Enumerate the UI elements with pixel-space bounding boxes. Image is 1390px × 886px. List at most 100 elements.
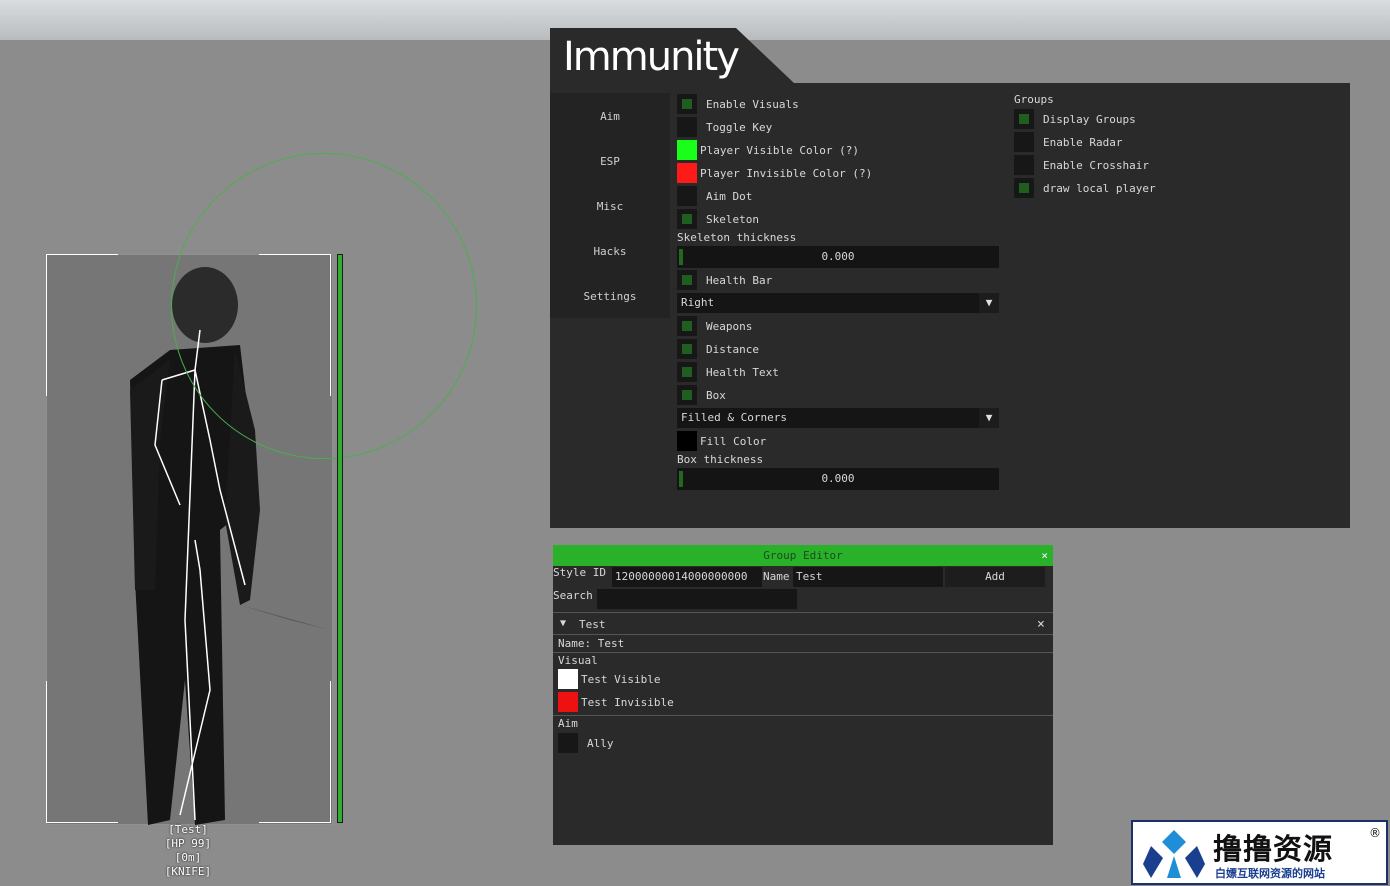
player-invisible-color-row[interactable]: Player Invisible Color (?): [677, 163, 872, 183]
box-row[interactable]: Box: [677, 385, 726, 405]
player-invisible-color-swatch[interactable]: [677, 163, 697, 183]
enable-crosshair-checkbox[interactable]: [1014, 155, 1034, 175]
fov-circle: [171, 153, 477, 459]
groups-header: Groups: [1014, 93, 1054, 106]
ally-label: Ally: [587, 736, 614, 750]
group-header[interactable]: Test: [579, 618, 606, 631]
enable-visuals-checkbox[interactable]: [677, 94, 697, 114]
divider: [553, 612, 1053, 613]
tab-hacks[interactable]: Hacks: [550, 245, 670, 258]
test-invisible-row[interactable]: Test Invisible: [558, 692, 674, 712]
tab-aim[interactable]: Aim: [550, 110, 670, 123]
display-groups-row[interactable]: Display Groups: [1014, 109, 1136, 129]
close-icon[interactable]: ×: [1041, 545, 1048, 566]
skeleton-thickness-slider[interactable]: 0.000: [677, 246, 999, 268]
skeleton-row[interactable]: Skeleton: [677, 209, 759, 229]
tab-esp[interactable]: ESP: [550, 155, 670, 168]
enable-radar-row[interactable]: Enable Radar: [1014, 132, 1122, 152]
name-label: Name: [763, 570, 790, 583]
distance-row[interactable]: Distance: [677, 339, 759, 359]
skeleton-checkbox[interactable]: [677, 209, 697, 229]
add-button[interactable]: Add: [945, 567, 1045, 587]
group-close-icon[interactable]: ×: [1037, 617, 1045, 632]
health-text-row[interactable]: Health Text: [677, 362, 779, 382]
health-bar-row[interactable]: Health Bar: [677, 270, 772, 290]
test-invisible-swatch[interactable]: [558, 692, 578, 712]
test-visible-row[interactable]: Test Visible: [558, 669, 660, 689]
box-style-dropdown[interactable]: Filled & Corners ▼: [677, 408, 999, 428]
collapse-arrow-icon[interactable]: ▼: [560, 618, 566, 629]
enable-radar-label: Enable Radar: [1043, 135, 1123, 149]
watermark: 撸撸资源 ® 白嫖互联网资源的网站: [1131, 820, 1388, 885]
health-bar-position-dropdown[interactable]: Right ▼: [677, 293, 999, 313]
player-invisible-color-label: Player Invisible Color (?): [700, 166, 873, 180]
enable-crosshair-row[interactable]: Enable Crosshair: [1014, 155, 1149, 175]
group-editor-title: Group Editor: [763, 549, 843, 562]
aim-dot-checkbox[interactable]: [677, 186, 697, 206]
group-editor-titlebar[interactable]: Group Editor ×: [553, 545, 1053, 566]
fill-color-label: Fill Color: [700, 434, 767, 448]
health-bar-position-value: Right: [681, 296, 715, 309]
divider: [553, 634, 1053, 635]
health-text-checkbox[interactable]: [677, 362, 697, 382]
esp-hp: [HP 99]: [164, 837, 212, 850]
ally-row[interactable]: Ally: [558, 733, 614, 753]
box-label: Box: [706, 388, 726, 402]
search-input[interactable]: [597, 589, 797, 609]
display-groups-checkbox[interactable]: [1014, 109, 1034, 129]
weapons-checkbox[interactable]: [677, 316, 697, 336]
box-thickness-slider[interactable]: 0.000: [677, 468, 999, 490]
weapons-label: Weapons: [706, 319, 753, 333]
toggle-key-row[interactable]: Toggle Key: [677, 117, 772, 137]
esp-distance: [0m]: [174, 851, 202, 864]
box-checkbox[interactable]: [677, 385, 697, 405]
health-bar: [337, 254, 343, 823]
ally-checkbox[interactable]: [558, 733, 578, 753]
fill-color-row[interactable]: Fill Color: [677, 431, 766, 451]
esp-corner: [46, 681, 47, 823]
dropdown-arrow-icon[interactable]: ▼: [979, 408, 999, 428]
search-label: Search: [553, 589, 593, 602]
dropdown-arrow-icon[interactable]: ▼: [979, 293, 999, 313]
name-field[interactable]: Test: [793, 567, 943, 587]
knife: [240, 605, 330, 630]
toggle-key-checkbox[interactable]: [677, 117, 697, 137]
health-bar-checkbox[interactable]: [677, 270, 697, 290]
player-visible-color-label: Player Visible Color (?): [700, 143, 859, 157]
player-visible-color-row[interactable]: Player Visible Color (?): [677, 140, 859, 160]
style-id-field[interactable]: 12000000014000000000: [612, 567, 762, 587]
group-editor-window: Group Editor × Style ID 1200000001400000…: [553, 545, 1053, 845]
watermark-registered: ®: [1369, 826, 1381, 840]
tab-misc[interactable]: Misc: [550, 200, 670, 213]
display-groups-label: Display Groups: [1043, 112, 1136, 126]
enable-radar-checkbox[interactable]: [1014, 132, 1034, 152]
toggle-key-label: Toggle Key: [706, 120, 773, 134]
slider-grab[interactable]: [679, 249, 683, 265]
enable-visuals-label: Enable Visuals: [706, 97, 799, 111]
watermark-subtitle: 白嫖互联网资源的网站: [1215, 867, 1325, 880]
draw-local-player-checkbox[interactable]: [1014, 178, 1034, 198]
style-id-label: Style ID: [553, 566, 606, 579]
enable-visuals-row[interactable]: Enable Visuals: [677, 94, 799, 114]
watermark-logo-icon: [1143, 830, 1205, 878]
tab-settings[interactable]: Settings: [550, 290, 670, 303]
fill-color-swatch[interactable]: [677, 431, 697, 451]
test-invisible-label: Test Invisible: [581, 695, 674, 709]
aim-dot-label: Aim Dot: [706, 189, 753, 203]
weapons-row[interactable]: Weapons: [677, 316, 752, 336]
distance-checkbox[interactable]: [677, 339, 697, 359]
box-thickness-value: 0.000: [821, 472, 855, 485]
group-name-line: Name: Test: [558, 637, 625, 650]
esp-corner: [46, 254, 47, 396]
draw-local-player-row[interactable]: draw local player: [1014, 178, 1156, 198]
esp-corner: [46, 254, 118, 255]
divider: [553, 715, 1053, 716]
slider-grab[interactable]: [679, 471, 683, 487]
test-visible-swatch[interactable]: [558, 669, 578, 689]
player-visible-color-swatch[interactable]: [677, 140, 697, 160]
esp-weapon: [KNIFE]: [164, 865, 212, 878]
test-visible-label: Test Visible: [581, 672, 661, 686]
health-bar-label: Health Bar: [706, 273, 773, 287]
aim-dot-row[interactable]: Aim Dot: [677, 186, 752, 206]
divider: [553, 652, 1053, 653]
